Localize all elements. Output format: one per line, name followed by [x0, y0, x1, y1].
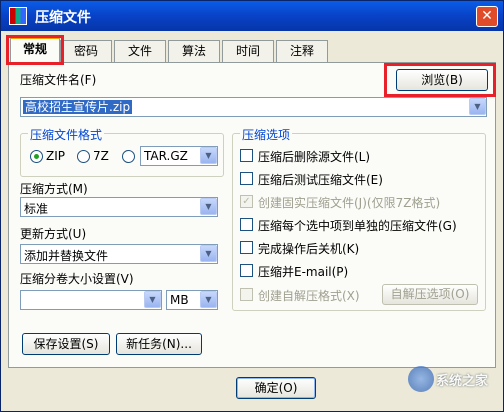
- update-method-value: 添加并替换文件: [24, 249, 109, 263]
- split-unit-select[interactable]: MB ▼: [166, 290, 218, 310]
- browse-highlight-box: [384, 63, 496, 97]
- chevron-down-icon[interactable]: ▼: [200, 245, 217, 262]
- archive-name-input[interactable]: 高校招生宣传片.zip ▼: [20, 97, 487, 117]
- sfx-checkbox[interactable]: [240, 288, 253, 301]
- sfx-options-button[interactable]: 自解压选项(O): [382, 284, 478, 305]
- new-task-button[interactable]: 新任务(N)...: [116, 333, 202, 355]
- targz-select[interactable]: TAR.GZ ▼: [140, 146, 218, 166]
- test-after-checkbox[interactable]: [240, 172, 253, 185]
- window-title: 压缩文件: [35, 10, 91, 26]
- archive-name-label: 压缩文件名(F): [20, 73, 97, 87]
- watermark-text: 系统之家: [436, 374, 489, 389]
- radio-targz[interactable]: [122, 150, 135, 163]
- tab-files[interactable]: 文件: [114, 40, 166, 62]
- format-group-title: 压缩文件格式: [28, 126, 105, 143]
- email-checkbox[interactable]: [240, 264, 253, 277]
- solid-archive-checkbox[interactable]: ✓: [240, 195, 253, 208]
- tab-time[interactable]: 时间: [222, 40, 274, 62]
- split-unit-value: MB: [170, 293, 189, 307]
- split-size-input[interactable]: ▼: [20, 290, 162, 310]
- radio-7z-label: 7Z: [93, 149, 109, 163]
- radio-zip[interactable]: [30, 150, 43, 163]
- solid-archive-label: 创建固实压缩文件(J)(仅限7Z格式): [258, 196, 441, 210]
- test-after-label: 压缩后测试压缩文件(E): [258, 173, 383, 187]
- ok-button[interactable]: 确定(O): [236, 377, 316, 399]
- compress-method-value: 标准: [24, 202, 49, 216]
- radio-7z[interactable]: [77, 150, 90, 163]
- chevron-down-icon[interactable]: ▼: [200, 291, 217, 308]
- separate-archives-label: 压缩每个选中项到单独的压缩文件(G): [258, 219, 457, 233]
- archive-name-value: 高校招生宣传片.zip: [23, 100, 133, 114]
- update-method-label: 更新方式(U): [20, 227, 87, 241]
- sfx-label: 创建自解压格式(X): [258, 289, 360, 303]
- chevron-down-icon[interactable]: ▼: [469, 98, 486, 115]
- tab-comment[interactable]: 注释: [276, 40, 328, 62]
- separate-archives-checkbox[interactable]: [240, 218, 253, 231]
- radio-zip-label: ZIP: [46, 149, 65, 163]
- targz-select-value: TAR.GZ: [144, 149, 188, 163]
- winrar-app-icon: [9, 7, 27, 25]
- compress-method-label: 压缩方式(M): [20, 182, 88, 196]
- update-method-select[interactable]: 添加并替换文件 ▼: [20, 244, 218, 264]
- shutdown-checkbox[interactable]: [240, 241, 253, 254]
- compress-method-select[interactable]: 标准 ▼: [20, 197, 218, 217]
- chevron-down-icon[interactable]: ▼: [200, 147, 217, 164]
- title-bar[interactable]: 压缩文件 ✕: [1, 1, 503, 31]
- tab-algorithm[interactable]: 算法: [168, 40, 220, 62]
- chevron-down-icon[interactable]: ▼: [144, 291, 161, 308]
- delete-after-checkbox[interactable]: [240, 149, 253, 162]
- shutdown-label: 完成操作后关机(K): [258, 242, 360, 256]
- email-label: 压缩并E-mail(P): [258, 265, 349, 279]
- chevron-down-icon[interactable]: ▼: [200, 198, 217, 215]
- save-settings-button[interactable]: 保存设置(S): [22, 333, 110, 355]
- watermark: 系统之家: [408, 362, 492, 398]
- delete-after-label: 压缩后删除源文件(L): [258, 150, 371, 164]
- tab-highlight-box: [6, 35, 64, 65]
- close-button[interactable]: ✕: [476, 6, 498, 27]
- split-size-label: 压缩分卷大小设置(V): [20, 272, 134, 286]
- options-group-title: 压缩选项: [240, 126, 293, 143]
- tab-password[interactable]: 密码: [60, 40, 112, 62]
- watermark-logo-icon: [408, 366, 434, 392]
